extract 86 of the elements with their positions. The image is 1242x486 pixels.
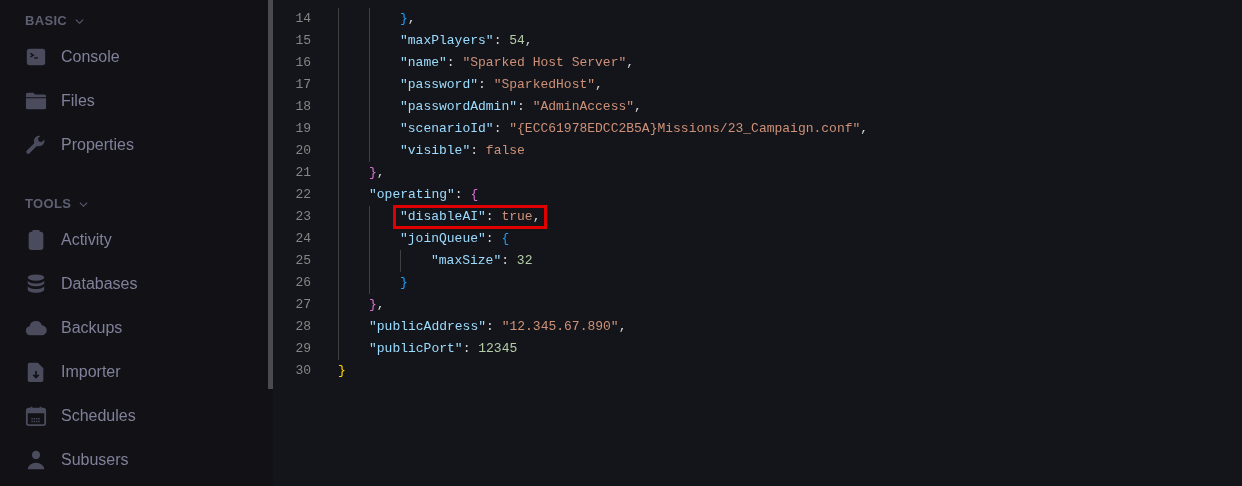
code-key: "scenarioId" — [400, 119, 494, 139]
code-key: "maxPlayers" — [400, 31, 494, 51]
folder-icon — [25, 90, 47, 112]
sidebar-item[interactable]: Schedules — [61, 404, 136, 428]
line-number: 26 — [294, 274, 311, 293]
line-number: 17 — [294, 76, 311, 95]
line-number: 25 — [294, 252, 311, 271]
sidebar-item[interactable]: Databases — [61, 272, 138, 296]
code-punctuation: : — [493, 120, 503, 139]
code-punctuation: : — [501, 252, 511, 271]
code-bracket: { — [470, 186, 479, 205]
line-number: 30 — [294, 362, 311, 381]
calendar-icon — [25, 405, 47, 427]
code-key: "publicPort" — [369, 339, 463, 359]
line-number: 23 — [294, 208, 311, 227]
database-icon — [25, 273, 47, 295]
code-number: 54 — [509, 32, 525, 51]
code-punctuation: : — [462, 340, 472, 359]
code-key: "visible" — [400, 141, 471, 161]
user-icon — [25, 449, 47, 471]
code-literal: true — [501, 208, 533, 227]
code-key: "operating" — [369, 185, 455, 205]
code-bracket: } — [369, 296, 377, 315]
code-bracket: { — [501, 230, 510, 249]
line-number: 24 — [294, 230, 311, 249]
line-number: 21 — [294, 164, 311, 183]
code-bracket: } — [338, 362, 346, 381]
code-key: "joinQueue" — [400, 229, 486, 249]
section-header[interactable]: TOOLS — [25, 194, 89, 214]
sidebar-item[interactable]: Activity — [61, 228, 112, 252]
line-number: 14 — [294, 10, 311, 29]
code-string: "12.345.67.890" — [501, 318, 619, 337]
terminal-icon — [25, 46, 47, 68]
sidebar-item[interactable]: Backups — [61, 316, 123, 340]
code-bracket: } — [400, 274, 408, 293]
sidebar-item[interactable]: Files — [61, 89, 95, 113]
code-punctuation: , — [407, 10, 416, 29]
code-punctuation: : — [485, 208, 495, 227]
code-literal: false — [485, 142, 525, 161]
sidebar-item[interactable]: Properties — [61, 133, 134, 157]
line-number: 28 — [294, 318, 311, 337]
line-number: 16 — [294, 54, 311, 73]
code-punctuation: , — [634, 98, 642, 117]
code-key: "passwordAdmin" — [400, 97, 518, 117]
code-punctuation: , — [376, 296, 385, 315]
line-number: 20 — [294, 142, 311, 161]
code-key: "publicAddress" — [369, 317, 487, 337]
sidebar-item[interactable]: Console — [61, 45, 120, 69]
code-punctuation: : — [470, 142, 480, 161]
section-header[interactable]: BASIC — [25, 11, 85, 31]
line-number: 29 — [294, 340, 311, 359]
code-punctuation: : — [454, 186, 464, 205]
code-punctuation: : — [446, 54, 456, 73]
code-punctuation: : — [478, 76, 487, 95]
code-punctuation: , — [626, 54, 635, 73]
code-string: "SparkedHost" — [493, 76, 596, 95]
code-punctuation: , — [860, 120, 869, 139]
code-key: "name" — [400, 53, 447, 73]
code-bracket: } — [400, 10, 408, 29]
code-string: "AdminAccess" — [532, 98, 635, 117]
code-punctuation: , — [376, 164, 385, 183]
code-number: 32 — [516, 252, 533, 271]
code-string: "Sparked Host Server" — [462, 54, 627, 73]
code-key: "password" — [400, 75, 478, 95]
line-number: 22 — [294, 186, 311, 205]
code-punctuation: , — [595, 76, 603, 95]
sidebar-item[interactable]: Subusers — [61, 448, 129, 472]
code-punctuation: , — [532, 208, 541, 227]
code-number: 12345 — [478, 340, 518, 359]
line-number: 15 — [294, 32, 311, 51]
code-bracket: } — [369, 164, 377, 183]
code-punctuation: : — [485, 230, 495, 249]
code-punctuation: : — [486, 318, 495, 337]
code-punctuation: , — [618, 318, 627, 337]
line-number: 19 — [294, 120, 311, 139]
line-number: 18 — [294, 98, 311, 117]
code-punctuation: : — [493, 32, 503, 51]
code-punctuation: : — [517, 98, 526, 117]
code-punctuation: , — [524, 32, 533, 51]
code-key: "maxSize" — [431, 251, 502, 271]
sidebar-item[interactable]: Importer — [61, 360, 121, 384]
code-string: "{ECC61978EDCC2B5A}Missions/23_Campaign.conf" — [509, 120, 861, 139]
scrollbar[interactable] — [268, 0, 273, 389]
line-number: 27 — [294, 296, 311, 315]
wrench-icon — [25, 134, 47, 156]
code-key: "disableAI" — [400, 207, 486, 227]
